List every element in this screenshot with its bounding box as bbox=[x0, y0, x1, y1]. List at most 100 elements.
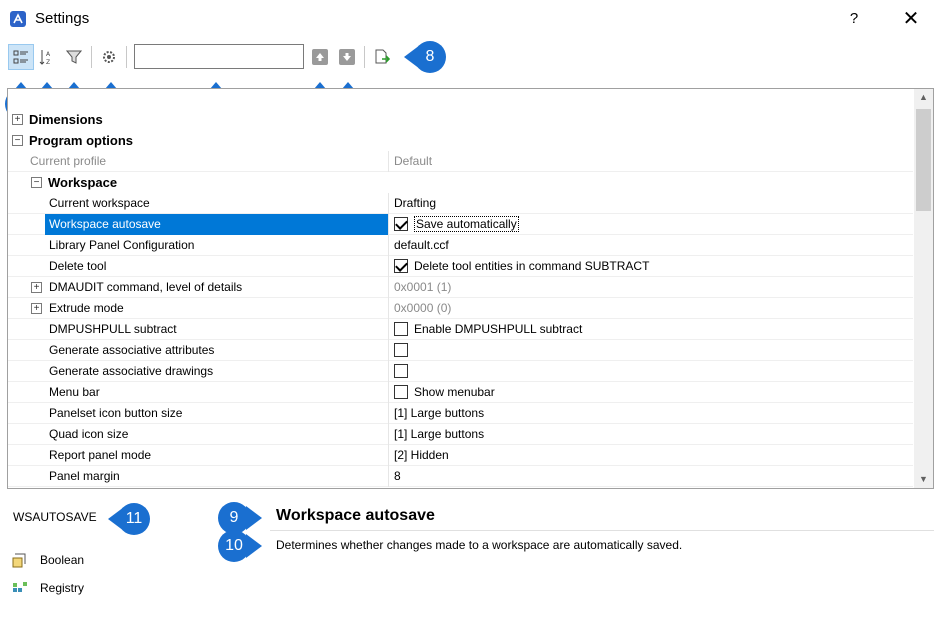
checkbox-unchecked[interactable] bbox=[394, 384, 408, 399]
property-label: Report panel mode bbox=[49, 448, 152, 462]
property-row[interactable]: + Extrude mode 0x0000 (0) bbox=[8, 298, 913, 319]
property-row[interactable]: Current profile Default bbox=[8, 151, 913, 172]
property-row[interactable]: Panelset icon button size [1] Large butt… bbox=[8, 403, 913, 424]
property-row[interactable]: Generate associative attributes bbox=[8, 340, 913, 361]
property-row[interactable]: DMPUSHPULL subtract Enable DMPUSHPULL su… bbox=[8, 319, 913, 340]
group-row[interactable]: − Workspace bbox=[8, 172, 913, 193]
property-label: Extrude mode bbox=[49, 301, 124, 315]
property-row[interactable]: Quad icon size [1] Large buttons bbox=[8, 424, 913, 445]
property-row-selected[interactable]: Workspace autosave Save automatically bbox=[8, 214, 913, 235]
property-value[interactable]: Save automatically bbox=[388, 214, 913, 235]
title-bar: Settings ? ✕ bbox=[0, 0, 942, 38]
property-row[interactable]: Menu bar Show menubar bbox=[8, 382, 913, 403]
scrollbar-thumb[interactable] bbox=[916, 109, 931, 211]
property-label: Panel margin bbox=[49, 469, 120, 483]
categorized-view-button[interactable] bbox=[8, 44, 34, 70]
help-button[interactable]: ? bbox=[842, 8, 866, 30]
variable-name: WSAUTOSAVE bbox=[13, 510, 97, 524]
property-value[interactable]: 0x0000 (0) bbox=[388, 298, 913, 319]
callout-marker: 8 bbox=[404, 41, 446, 73]
window-title: Settings bbox=[35, 10, 90, 27]
svg-text:A: A bbox=[46, 51, 51, 58]
group-label: Program options bbox=[29, 133, 134, 148]
property-row[interactable]: Generate associative drawings bbox=[8, 361, 913, 382]
description-text: Determines whether changes made to a wor… bbox=[276, 538, 683, 552]
checkbox-checked[interactable] bbox=[394, 216, 408, 231]
expand-icon[interactable]: + bbox=[31, 303, 42, 314]
registry-icon bbox=[13, 582, 27, 592]
filter-button[interactable] bbox=[61, 44, 87, 70]
property-row[interactable]: Current workspace Drafting bbox=[8, 193, 913, 214]
arrow-down-icon bbox=[343, 53, 351, 61]
checkbox-unchecked[interactable] bbox=[394, 342, 408, 357]
storage-info: Registry bbox=[12, 580, 84, 596]
checkbox-label: Delete tool entities in command SUBTRACT bbox=[414, 259, 650, 273]
move-up-button[interactable] bbox=[312, 49, 328, 65]
property-value[interactable]: 8 bbox=[388, 466, 913, 487]
expand-icon[interactable]: + bbox=[31, 282, 42, 293]
property-label: Generate associative attributes bbox=[49, 343, 215, 357]
property-label: Menu bar bbox=[49, 385, 100, 399]
group-label: Workspace bbox=[48, 175, 118, 190]
property-label: DMAUDIT command, level of details bbox=[49, 280, 243, 294]
property-value[interactable] bbox=[388, 340, 913, 361]
checkbox-label: Show menubar bbox=[414, 385, 495, 399]
divider bbox=[270, 530, 934, 531]
group-row[interactable]: − Program options bbox=[8, 130, 913, 151]
property-value[interactable]: Show menubar bbox=[388, 382, 913, 403]
checkbox-unchecked[interactable] bbox=[394, 321, 408, 336]
property-label: Current profile bbox=[30, 154, 107, 168]
toolbar-separator bbox=[364, 46, 365, 68]
group-row[interactable]: + Dimensions bbox=[8, 109, 913, 130]
export-button[interactable] bbox=[369, 44, 395, 70]
property-label: Panelset icon button size bbox=[49, 406, 183, 420]
settings-tree-grid[interactable]: + Dimensions − Program options Current p… bbox=[7, 88, 934, 489]
gear-icon bbox=[103, 51, 115, 63]
property-value[interactable]: Delete tool entities in command SUBTRACT bbox=[388, 256, 913, 277]
property-row[interactable]: Delete tool Delete tool entities in comm… bbox=[8, 256, 913, 277]
callout-marker: 11 bbox=[108, 503, 150, 535]
property-label: Workspace autosave bbox=[45, 214, 388, 235]
alphabetical-view-button[interactable]: A Z bbox=[34, 44, 60, 70]
property-label: Delete tool bbox=[49, 259, 107, 273]
property-value: Default bbox=[388, 151, 913, 172]
collapse-icon[interactable]: − bbox=[12, 135, 23, 146]
checkbox-checked[interactable] bbox=[394, 258, 408, 273]
close-button[interactable]: ✕ bbox=[897, 8, 925, 30]
checkbox-unchecked[interactable] bbox=[394, 363, 408, 378]
move-down-button[interactable] bbox=[339, 49, 355, 65]
property-value[interactable]: [2] Hidden bbox=[388, 445, 913, 466]
property-row[interactable]: Library Panel Configuration default.ccf bbox=[8, 235, 913, 256]
settings-manager-button[interactable] bbox=[96, 44, 122, 70]
property-label: Quad icon size bbox=[49, 427, 129, 441]
expand-icon[interactable]: + bbox=[12, 114, 23, 125]
property-row[interactable]: Report panel mode [2] Hidden bbox=[8, 445, 913, 466]
app-icon bbox=[10, 11, 26, 27]
storage-label: Registry bbox=[40, 581, 85, 595]
property-value[interactable]: [1] Large buttons bbox=[388, 403, 913, 424]
boolean-type-icon bbox=[12, 553, 26, 568]
scroll-down-icon[interactable]: ▼ bbox=[914, 471, 933, 488]
property-row[interactable]: + DMAUDIT command, level of details 0x00… bbox=[8, 277, 913, 298]
categorized-view-icon bbox=[13, 50, 28, 64]
type-label: Boolean bbox=[40, 553, 85, 567]
scroll-up-icon[interactable]: ▲ bbox=[914, 89, 933, 106]
checkbox-label: Save automatically bbox=[414, 216, 519, 232]
property-label: Generate associative drawings bbox=[49, 364, 214, 378]
toolbar-separator bbox=[91, 46, 92, 68]
property-value[interactable]: 0x0001 (1) bbox=[388, 277, 913, 298]
collapse-icon[interactable]: − bbox=[31, 177, 42, 188]
property-value[interactable]: default.ccf bbox=[388, 235, 913, 256]
property-value[interactable] bbox=[388, 361, 913, 382]
property-value[interactable]: Drafting bbox=[388, 193, 913, 214]
sort-az-icon: A Z bbox=[39, 50, 51, 65]
filter-icon bbox=[66, 50, 82, 64]
property-row[interactable]: Panel margin 8 bbox=[8, 466, 913, 487]
arrow-up-icon bbox=[316, 53, 324, 61]
property-value[interactable]: [1] Large buttons bbox=[388, 424, 913, 445]
property-label: DMPUSHPULL subtract bbox=[49, 322, 177, 336]
search-input[interactable] bbox=[134, 44, 304, 69]
vertical-scrollbar[interactable]: ▲ ▼ bbox=[914, 89, 933, 488]
property-value[interactable]: Enable DMPUSHPULL subtract bbox=[388, 319, 913, 340]
property-label: Library Panel Configuration bbox=[49, 238, 195, 252]
